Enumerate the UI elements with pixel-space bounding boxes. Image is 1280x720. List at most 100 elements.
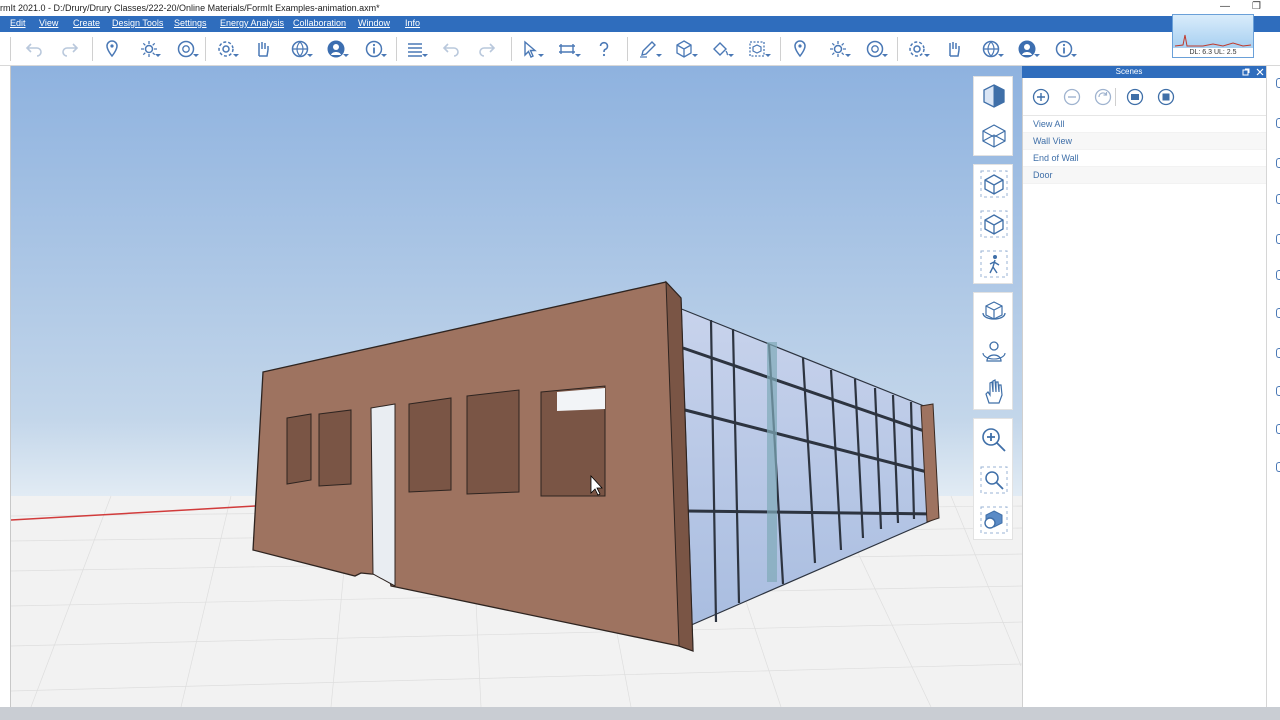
remove-scene-icon[interactable] (1063, 88, 1081, 106)
menu-view[interactable]: View (39, 18, 58, 28)
pan-hand-icon[interactable] (979, 377, 1009, 407)
location-icon[interactable] (790, 39, 810, 59)
toolbar-separator (10, 37, 11, 61)
orbit-pan-group (973, 292, 1013, 410)
update-scene-icon[interactable] (1094, 88, 1112, 106)
cube-icon[interactable] (674, 39, 694, 59)
dropdown-caret-icon[interactable] (193, 54, 199, 57)
panel-float-icon[interactable] (1242, 68, 1250, 76)
right-edge-strip (1266, 66, 1280, 707)
dropdown-caret-icon[interactable] (728, 54, 734, 57)
minimap-stats: DL: 6.3 UL: 2.5 (1173, 48, 1253, 57)
location-icon[interactable] (102, 39, 122, 59)
dropdown-caret-icon[interactable] (155, 54, 161, 57)
toolbar-separator (205, 37, 206, 61)
dropdown-caret-icon[interactable] (1034, 54, 1040, 57)
side-tab-icon[interactable] (1276, 424, 1280, 434)
toolbar-separator (511, 37, 512, 61)
dropdown-caret-icon[interactable] (381, 54, 387, 57)
walk-person-icon[interactable] (979, 249, 1009, 279)
zoom-window-icon[interactable] (979, 465, 1009, 495)
undo-icon[interactable] (24, 39, 44, 59)
dropdown-caret-icon[interactable] (343, 54, 349, 57)
side-tab-icon[interactable] (1276, 194, 1280, 204)
hand-gesture-icon[interactable] (252, 39, 272, 59)
3d-viewport[interactable] (10, 66, 1022, 707)
scenes-toolbar (1023, 78, 1267, 116)
add-scene-icon[interactable] (1032, 88, 1050, 106)
draw-pencil-icon[interactable] (638, 39, 658, 59)
view-cube-front-icon[interactable] (979, 81, 1009, 111)
dropdown-caret-icon[interactable] (845, 54, 851, 57)
look-around-icon[interactable] (979, 337, 1009, 367)
select-arrow-icon[interactable] (520, 39, 540, 59)
title-bar: rmIt 2021.0 - D:/Drury/Drury Classes/222… (0, 0, 1280, 16)
animation-settings-icon[interactable] (1126, 88, 1144, 106)
dropdown-caret-icon[interactable] (575, 54, 581, 57)
zoom-extents-icon[interactable] (979, 505, 1009, 535)
view-cube-wire-icon[interactable] (979, 121, 1009, 151)
scene-item-door[interactable]: Door (1023, 167, 1267, 184)
hand-gesture-icon[interactable] (943, 39, 963, 59)
dropdown-caret-icon[interactable] (1071, 54, 1077, 57)
minimap-graph (1174, 34, 1252, 47)
group-icon[interactable] (747, 39, 767, 59)
menu-settings[interactable]: Settings (174, 18, 207, 28)
toolbar-separator (92, 37, 93, 61)
side-tab-icon[interactable] (1276, 462, 1280, 472)
panel-close-icon[interactable] (1256, 68, 1264, 76)
dimension-icon[interactable] (557, 39, 577, 59)
dropdown-caret-icon[interactable] (422, 54, 428, 57)
dropdown-caret-icon[interactable] (538, 54, 544, 57)
help-question-icon[interactable] (594, 39, 614, 59)
formit-app-window: rmIt 2021.0 - D:/Drury/Drury Classes/222… (0, 0, 1280, 720)
minimize-button[interactable]: — (1220, 1, 1230, 12)
window-title: rmIt 2021.0 - D:/Drury/Drury Classes/222… (0, 3, 380, 13)
side-tab-icon[interactable] (1276, 348, 1280, 358)
menu-collaboration[interactable]: Collaboration (293, 18, 346, 28)
dropdown-caret-icon[interactable] (765, 54, 771, 57)
perspective-cube-icon[interactable] (979, 169, 1009, 199)
side-tab-icon[interactable] (1276, 386, 1280, 396)
dropdown-caret-icon[interactable] (924, 54, 930, 57)
dropdown-caret-icon[interactable] (998, 54, 1004, 57)
menu-design-tools[interactable]: Design Tools (112, 18, 163, 28)
side-tab-icon[interactable] (1276, 118, 1280, 128)
scene-item-wall-view[interactable]: Wall View (1023, 133, 1267, 150)
orbit-cube-icon[interactable] (979, 297, 1009, 327)
dropdown-caret-icon[interactable] (307, 54, 313, 57)
scenes-panel-header: Scenes (1022, 66, 1266, 78)
dropdown-caret-icon[interactable] (656, 54, 662, 57)
undo-icon[interactable] (441, 39, 461, 59)
menu-bar: Edit View Create Design Tools Settings E… (0, 16, 1280, 32)
dropdown-caret-icon[interactable] (692, 54, 698, 57)
menu-create[interactable]: Create (73, 18, 100, 28)
orthographic-cube-icon[interactable] (979, 209, 1009, 239)
side-tab-icon[interactable] (1276, 270, 1280, 280)
menu-energy-analysis[interactable]: Energy Analysis (220, 18, 284, 28)
side-tab-icon[interactable] (1276, 78, 1280, 88)
dropdown-caret-icon[interactable] (233, 54, 239, 57)
side-tab-icon[interactable] (1276, 308, 1280, 318)
zoom-icon[interactable] (979, 425, 1009, 455)
paint-bucket-icon[interactable] (710, 39, 730, 59)
scene-item-end-of-wall[interactable]: End of Wall (1023, 150, 1267, 167)
scene-canvas (11, 66, 1022, 707)
stop-animation-icon[interactable] (1157, 88, 1175, 106)
scene-item-view-all[interactable]: View All (1023, 116, 1267, 133)
minimap-thumbnail[interactable]: DL: 6.3 UL: 2.5 (1172, 14, 1254, 58)
menu-info[interactable]: Info (405, 18, 420, 28)
status-bar (0, 707, 1280, 720)
view-cube-group (973, 76, 1013, 156)
scenes-panel: View All Wall View End of Wall Door (1022, 78, 1267, 707)
redo-icon[interactable] (477, 39, 497, 59)
menu-window[interactable]: Window (358, 18, 390, 28)
side-tab-icon[interactable] (1276, 234, 1280, 244)
restore-button[interactable]: ❐ (1252, 1, 1261, 12)
dropdown-caret-icon[interactable] (882, 54, 888, 57)
toolbar-separator (396, 37, 397, 61)
redo-icon[interactable] (60, 39, 80, 59)
side-tab-icon[interactable] (1276, 158, 1280, 168)
menu-edit[interactable]: Edit (10, 18, 26, 28)
toolbar-separator (780, 37, 781, 61)
